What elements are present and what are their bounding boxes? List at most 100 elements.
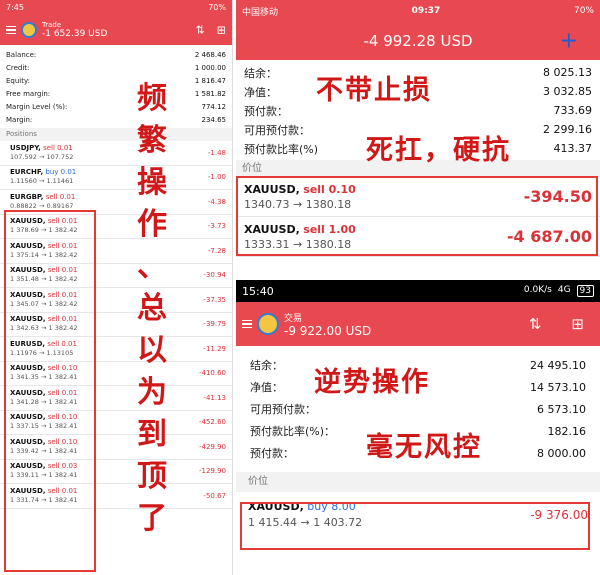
account-value: 413.37	[553, 142, 593, 155]
add-icon[interactable]: +	[560, 29, 578, 54]
account-value: 8 000.00	[537, 446, 586, 460]
position-profit: -429.90	[198, 442, 226, 451]
position-symbol: EURCHF,	[10, 168, 44, 177]
position-title: XAUUSD, sell 0.10	[10, 438, 77, 447]
account-value: 182.16	[547, 424, 587, 438]
account-row: 可用预付款： 6 573.10	[250, 398, 586, 420]
position-row[interactable]: XAUUSD, sell 0.01 1 378.69 → 1 382.42 -3.7…	[0, 215, 232, 239]
positions-list: XAUUSD, sell 0.10 1340.73 → 1380.18 -394.5…	[236, 177, 600, 257]
menu-icon[interactable]	[6, 25, 16, 35]
header-title: Trade	[42, 20, 62, 29]
position-row[interactable]: XAUUSD, sell 0.01 1 331.74 → 1 382.41 -50.…	[0, 484, 232, 509]
position-row[interactable]: XAUUSD, sell 0.01 1 345.07 → 1 382.42 -37.…	[0, 288, 232, 313]
position-row[interactable]: XAUUSD, sell 0.01 1 375.14 → 1 382.42 -7.2…	[0, 239, 232, 264]
position-side: sell 0.10	[47, 437, 78, 446]
annotation-char: 顶	[137, 459, 167, 494]
position-title: EURGBP, sell 0.01	[10, 193, 75, 202]
position-info: XAUUSD, sell 0.01 1 341.28 → 1 382.41	[10, 389, 77, 407]
position-row[interactable]: XAUUSD, sell 0.01 1 341.28 → 1 382.41 -41.…	[0, 386, 232, 411]
account-value: 2 299.16	[543, 123, 592, 136]
status-net: 0.0K/s	[523, 285, 552, 295]
account-label: 预付款比率(%)	[244, 142, 319, 156]
status-battery: 70%	[573, 6, 594, 16]
position-prices: 1 342.63 → 1 382.42	[10, 324, 78, 333]
position-row[interactable]: XAUUSD, sell 0.10 1 341.35 → 1 382.41 -410…	[0, 362, 232, 386]
account-row: Balance: 2 468.46	[6, 48, 226, 61]
left-screenshot: 7:45 70% Trade -1 652.39 USD ⇅ ⊞ Balance…	[0, 0, 233, 575]
position-title: XAUUSD, sell 0.01	[10, 487, 77, 496]
position-prices: 107.592 → 107.752	[10, 152, 74, 161]
account-summary: Balance: 2 468.46 Credit: 1 000.00 Equity: 1 …	[0, 45, 232, 128]
position-profit: -1.00	[207, 173, 226, 182]
positions-section: Positions	[0, 128, 232, 141]
position-row[interactable]: XAUUSD, sell 0.10 1 339.42 → 1 382.41 -429…	[0, 435, 232, 460]
header-profit: -9 922.00 USD	[284, 323, 372, 338]
annotation-no-stop-loss: 不带止损	[316, 75, 432, 106]
position-title: XAUUSD, sell 0.01	[10, 242, 77, 251]
position-info: XAUUSD, sell 0.10 1 337.15 → 1 382.41	[10, 413, 77, 431]
position-symbol: USDJPY,	[10, 143, 41, 152]
position-symbol: XAUUSD,	[10, 315, 46, 324]
account-label: 结余：	[250, 359, 283, 372]
annotation-char: 操	[137, 165, 167, 200]
position-side: sell 0.01	[47, 241, 78, 250]
position-info: XAUUSD, sell 0.01 1 342.63 → 1 382.42	[10, 315, 77, 333]
status-battery: 93	[576, 285, 594, 297]
position-side: sell 0.01	[47, 290, 78, 299]
position-symbol: XAUUSD,	[10, 241, 46, 250]
annotation-char: 以	[137, 333, 167, 368]
price-section: 价位	[236, 472, 600, 492]
position-title: EURUSD, sell 0.01	[10, 340, 77, 349]
position-side: buy 0.01	[45, 168, 77, 177]
position-row[interactable]: XAUUSD, sell 0.03 1 339.11 → 1 382.41 -129…	[0, 460, 232, 484]
account-label: 净值：	[250, 381, 283, 394]
position-side: sell 0.01	[47, 315, 78, 324]
position-row[interactable]: XAUUSD, sell 1.00 1333.31 → 1380.18 -4 687…	[236, 217, 600, 257]
account-label: Margin:	[6, 115, 33, 124]
position-side: sell 0.01	[47, 217, 78, 226]
header-title: 交易	[284, 313, 303, 324]
position-row[interactable]: XAUUSD, sell 0.10 1 337.15 → 1 382.41 -452…	[0, 411, 232, 435]
annotation-char: 总	[137, 291, 167, 326]
new-order-icon[interactable]: ⊞	[571, 315, 584, 333]
position-prices: 1 331.74 → 1 382.41	[10, 495, 78, 504]
position-info: XAUUSD, sell 0.01 1 331.74 → 1 382.41	[10, 487, 77, 505]
position-prices: 1 337.15 → 1 382.41	[10, 422, 78, 431]
account-value: 3 032.85	[543, 85, 592, 98]
position-info: XAUUSD, buy 8.00 1 415.44 → 1 403.72	[248, 499, 362, 531]
position-row[interactable]: XAUUSD, sell 0.10 1340.73 → 1380.18 -394.5…	[236, 177, 600, 217]
menu-icon[interactable]	[242, 319, 252, 329]
position-profit: -39.79	[203, 320, 226, 329]
position-title: EURCHF, buy 0.01	[10, 168, 76, 177]
annotation-char: 为	[137, 375, 167, 410]
position-profit: -4.38	[207, 197, 226, 206]
position-row[interactable]: XAUUSD, buy 8.00 1 415.44 → 1 403.72 -9 37…	[236, 492, 600, 538]
broker-logo	[257, 313, 279, 335]
annotation-char: 作	[137, 207, 167, 242]
new-order-icon[interactable]: ⊞	[217, 24, 226, 37]
position-title: XAUUSD, sell 0.01	[10, 315, 77, 324]
position-symbol: XAUUSD,	[10, 290, 46, 299]
status-bar: 中国移动 09:37 70%	[236, 0, 600, 22]
position-title: XAUUSD, sell 0.10	[244, 182, 356, 197]
position-row[interactable]: USDJPY, sell 0.01 107.592 → 107.752 -1.48	[0, 141, 232, 166]
position-row[interactable]: EURGBP, sell 0.01 0.88822 → 0.89167 -4.38	[0, 190, 232, 215]
annotation-char: 频	[137, 81, 167, 116]
status-time: 7:45	[6, 3, 24, 12]
sort-icon[interactable]: ⇅	[196, 24, 205, 37]
account-value: 1 816.47	[194, 76, 226, 85]
account-value: 24 495.10	[530, 358, 586, 372]
account-label: Credit:	[6, 63, 30, 72]
position-row[interactable]: EURUSD, sell 0.01 1.11976 → 1.13105 -11.29	[0, 337, 232, 362]
position-prices: 1 375.14 → 1 382.42	[10, 250, 78, 259]
position-row[interactable]: EURCHF, buy 0.01 1.11560 → 1.11461 -1.00	[0, 166, 232, 190]
position-row[interactable]: XAUUSD, sell 0.01 1 351.48 → 1 382.42 -30.…	[0, 264, 232, 288]
positions-list: XAUUSD, buy 8.00 1 415.44 → 1 403.72 -9 37…	[236, 492, 600, 538]
position-profit: -50.67	[203, 491, 226, 500]
sort-icon[interactable]: ⇅	[529, 315, 542, 333]
position-profit: -30.94	[203, 271, 226, 280]
position-prices: 1 351.48 → 1 382.42	[10, 275, 78, 284]
app-header: -4 992.28 USD +	[236, 22, 600, 60]
position-row[interactable]: XAUUSD, sell 0.01 1 342.63 → 1 382.42 -39.…	[0, 313, 232, 337]
broker-logo	[21, 22, 37, 38]
